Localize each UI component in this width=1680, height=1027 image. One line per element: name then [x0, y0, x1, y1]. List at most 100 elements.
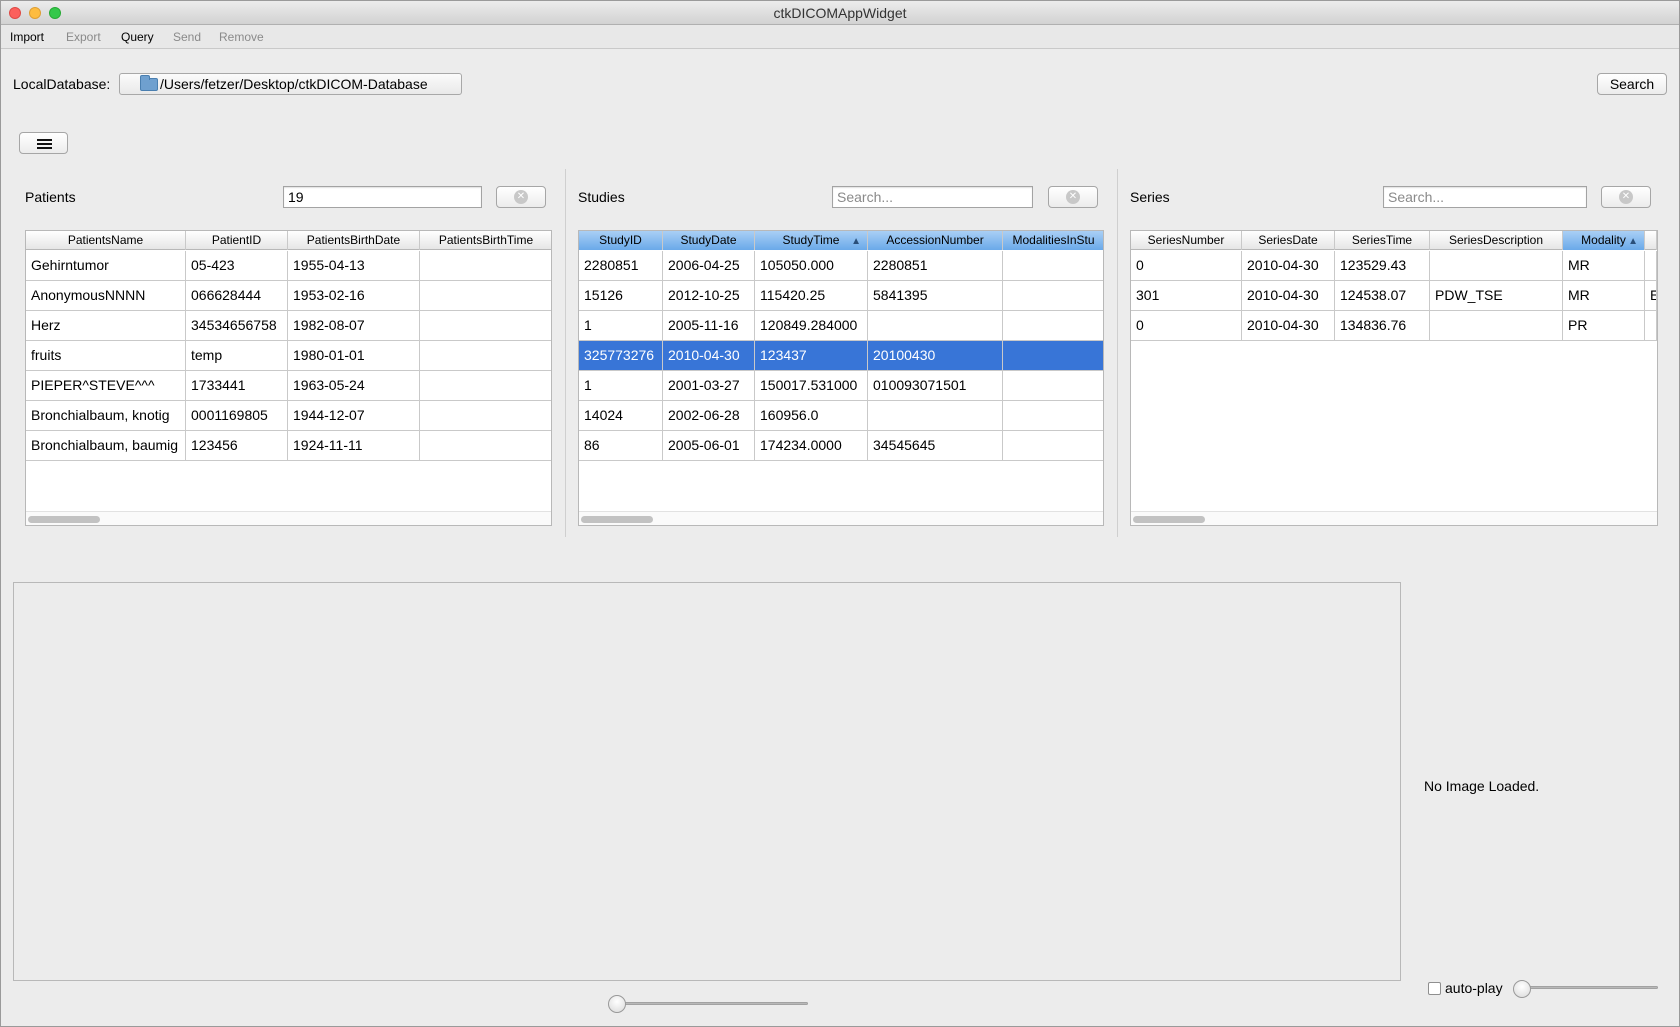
table-cell [1003, 311, 1103, 341]
series-search-input[interactable]: Search... [1383, 186, 1587, 208]
column-header-patientsname[interactable]: PatientsName [26, 231, 186, 250]
patients-horizontal-scrollbar[interactable] [26, 511, 551, 525]
table-row[interactable]: fruits temp 1980-01-01 [26, 341, 551, 371]
table-cell: 1980-01-01 [288, 341, 420, 371]
clear-icon: ✕ [1619, 190, 1633, 204]
series-search-placeholder: Search... [1388, 189, 1445, 205]
table-cell: 05-423 [186, 251, 288, 281]
table-row[interactable]: Herz 34534656758 1982-08-07 [26, 311, 551, 341]
autoplay-checkbox[interactable] [1428, 982, 1441, 995]
table-row[interactable]: Bronchialbaum, knotig 0001169805 1944-12-0… [26, 401, 551, 431]
image-viewer[interactable] [13, 582, 1401, 981]
table-row[interactable]: Bronchialbaum, baumig 123456 1924-11-11 [26, 431, 551, 461]
table-row[interactable]: 1 2005-11-16 120849.284000 [579, 311, 1103, 341]
query-button[interactable]: Query [121, 30, 154, 44]
column-header-studytime[interactable]: StudyTime ▲ [755, 231, 868, 250]
column-header-studyid[interactable]: StudyID [579, 231, 663, 250]
table-row[interactable]: AnonymousNNNN 066628444 1953-02-16 [26, 281, 551, 311]
remove-button[interactable]: Remove [219, 30, 264, 44]
column-header-modality[interactable]: Modality ▲ [1563, 231, 1645, 250]
table-row[interactable]: 325773276 2010-04-30 123437 20100430 [579, 341, 1103, 371]
table-cell: 174234.0000 [755, 431, 868, 461]
table-row[interactable]: 0 2010-04-30 123529.43 MR [1131, 251, 1657, 281]
studies-title: Studies [578, 189, 625, 205]
table-cell: 1963-05-24 [288, 371, 420, 401]
table-cell: 1953-02-16 [288, 281, 420, 311]
column-header-seriestime[interactable]: SeriesTime [1335, 231, 1430, 250]
send-button[interactable]: Send [173, 30, 201, 44]
table-cell: 160956.0 [755, 401, 868, 431]
table-row[interactable]: 0 2010-04-30 134836.76 PR [1131, 311, 1657, 341]
table-cell: 123456 [186, 431, 288, 461]
table-cell-overflow: E [1645, 281, 1657, 311]
app-window: ctkDICOMAppWidget Import Export Query Se… [0, 0, 1680, 1027]
studies-table[interactable]: StudyID StudyDate StudyTime ▲ AccessionNumbe… [578, 230, 1104, 526]
table-cell: 34534656758 [186, 311, 288, 341]
series-table-header: SeriesNumber SeriesDate SeriesTime SeriesDe… [1131, 231, 1657, 250]
database-directory-button[interactable]: /Users/fetzer/Desktop/ctkDICOM-Database [119, 73, 462, 95]
scrollbar-thumb[interactable] [581, 516, 653, 523]
table-cell: 150017.531000 [755, 371, 868, 401]
scrollbar-thumb[interactable] [28, 516, 100, 523]
studies-clear-button[interactable]: ✕ [1048, 186, 1098, 208]
column-header-modalitiesinstu[interactable]: ModalitiesInStu [1003, 231, 1103, 250]
scrollbar-thumb[interactable] [1133, 516, 1205, 523]
options-menu-button[interactable] [19, 132, 68, 154]
table-cell: 2280851 [868, 251, 1003, 281]
column-header-seriesdate[interactable]: SeriesDate [1242, 231, 1335, 250]
playback-slider-track[interactable] [1518, 986, 1658, 989]
column-header-patientsbirthtime[interactable]: PatientsBirthTime [420, 231, 551, 250]
table-row[interactable]: PIEPER^STEVE^^^ 1733441 1963-05-24 [26, 371, 551, 401]
studies-search-input[interactable]: Search... [832, 186, 1033, 208]
playback-slider-handle[interactable] [1513, 980, 1531, 998]
column-header-studydate[interactable]: StudyDate [663, 231, 755, 250]
table-row[interactable]: 86 2005-06-01 174234.0000 34545645 [579, 431, 1103, 461]
column-header-accessionnumber[interactable]: AccessionNumber [868, 231, 1003, 250]
autoplay-label: auto-play [1445, 980, 1503, 996]
series-horizontal-scrollbar[interactable] [1131, 511, 1657, 525]
patients-table[interactable]: PatientsName PatientID PatientsBirthDate Pa… [25, 230, 552, 526]
patients-clear-button[interactable]: ✕ [496, 186, 546, 208]
column-header-patientid[interactable]: PatientID [186, 231, 288, 250]
search-button[interactable]: Search [1597, 73, 1667, 95]
database-path: /Users/fetzer/Desktop/ctkDICOM-Database [160, 76, 428, 92]
table-cell: 0001169805 [186, 401, 288, 431]
table-cell: 0 [1131, 251, 1242, 281]
table-row[interactable]: 1 2001-03-27 150017.531000 010093071501 [579, 371, 1103, 401]
series-clear-button[interactable]: ✕ [1601, 186, 1651, 208]
panel-divider [1117, 169, 1118, 537]
series-table[interactable]: SeriesNumber SeriesDate SeriesTime SeriesDe… [1130, 230, 1658, 526]
table-row[interactable]: 2280851 2006-04-25 105050.000 2280851 [579, 251, 1103, 281]
table-cell: 1733441 [186, 371, 288, 401]
table-cell: 2012-10-25 [663, 281, 755, 311]
column-header-patientsbirthdate[interactable]: PatientsBirthDate [288, 231, 420, 250]
table-cell: 123529.43 [1335, 251, 1430, 281]
table-cell: 1924-11-11 [288, 431, 420, 461]
export-button[interactable]: Export [66, 30, 101, 44]
patients-filter-input[interactable]: 19 [283, 186, 482, 208]
table-row[interactable]: Gehirntumor 05-423 1955-04-13 [26, 251, 551, 281]
table-row[interactable]: 15126 2012-10-25 115420.25 5841395 [579, 281, 1103, 311]
studies-search-placeholder: Search... [837, 189, 894, 205]
slice-slider-track[interactable] [613, 1002, 808, 1005]
clear-icon: ✕ [514, 190, 528, 204]
table-cell [1003, 371, 1103, 401]
column-header-seriesnumber[interactable]: SeriesNumber [1131, 231, 1242, 250]
table-row[interactable]: 14024 2002-06-28 160956.0 [579, 401, 1103, 431]
table-cell: Gehirntumor [26, 251, 186, 281]
table-row[interactable]: 3012010-04-30124538.07PDW_TSEMRE [1131, 281, 1657, 311]
close-window-icon[interactable] [9, 7, 21, 19]
zoom-window-icon[interactable] [49, 7, 61, 19]
table-cell-overflow [1645, 251, 1657, 281]
column-header-seriesdescription[interactable]: SeriesDescription [1430, 231, 1563, 250]
slice-slider-handle[interactable] [608, 995, 626, 1013]
table-cell [1003, 251, 1103, 281]
table-cell: 5841395 [868, 281, 1003, 311]
table-cell: 2010-04-30 [1242, 281, 1335, 311]
studies-horizontal-scrollbar[interactable] [579, 511, 1103, 525]
patients-title: Patients [25, 189, 76, 205]
import-button[interactable]: Import [10, 30, 44, 44]
minimize-window-icon[interactable] [29, 7, 41, 19]
patients-filter-value: 19 [288, 189, 304, 205]
table-cell: 2002-06-28 [663, 401, 755, 431]
